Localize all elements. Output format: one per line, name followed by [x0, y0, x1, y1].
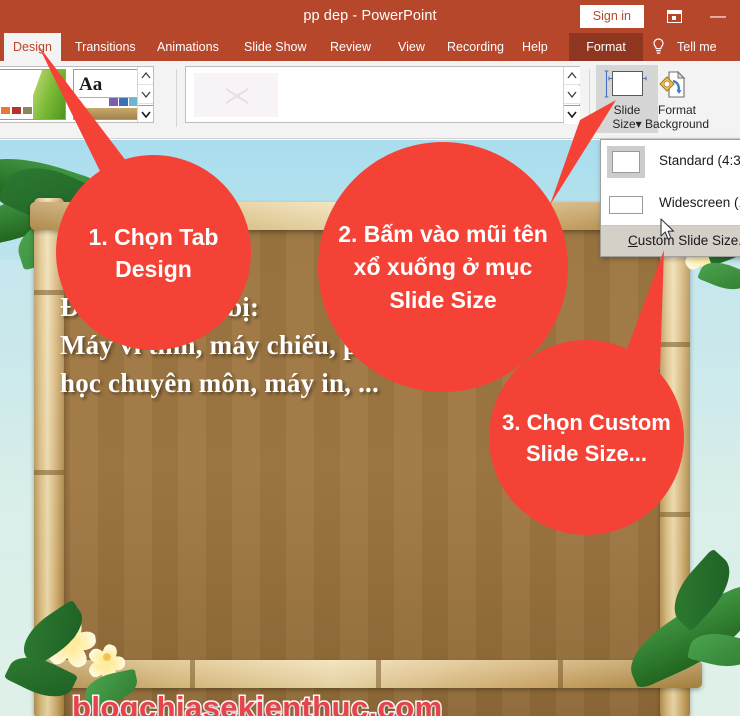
bamboo-node-bottom-3 — [558, 660, 563, 688]
site-watermark: blogchiasekienthuc.com — [71, 689, 444, 716]
tab-recording[interactable]: Recording — [438, 33, 513, 61]
tab-slide-show[interactable]: Slide Show — [235, 33, 316, 61]
format-background-button[interactable]: Format Background — [640, 65, 714, 133]
tab-tell-me[interactable]: Tell me — [668, 33, 726, 61]
annotation-step-2: 2. Bấm vào mũi tên xổ xuống ở mục Slide … — [318, 142, 568, 392]
annotation-step-1: 1. Chọn Tab Design — [56, 155, 251, 350]
annotation-step-3: 3. Chọn Custom Slide Size... — [489, 340, 684, 535]
variants-scroll-up-icon[interactable] — [564, 67, 580, 85]
annotation-step-2-text: 2. Bấm vào mũi tên xổ xuống ở mục Slide … — [338, 220, 548, 313]
mouse-cursor-icon — [660, 218, 675, 240]
powerpoint-window: Đồ dùng thiết bị: Máy vi tính, máy chiếu… — [0, 0, 740, 716]
menu-item-standard-4-3[interactable]: Standard (4:3) — [601, 141, 740, 183]
variant-thumbnail-1[interactable] — [194, 73, 278, 117]
tab-review[interactable]: Review — [321, 33, 380, 61]
format-background-label-line2: Background — [644, 117, 710, 131]
ribbon-separator-1 — [176, 69, 177, 127]
bamboo-node-bottom-1 — [190, 660, 195, 688]
format-background-label-line1: Format — [657, 103, 696, 117]
tab-animations[interactable]: Animations — [148, 33, 228, 61]
no-variant-icon — [225, 88, 249, 104]
annotation-step-1-text: 1. Chọn Tab Design — [88, 223, 219, 282]
format-background-icon — [659, 70, 686, 98]
annotation-step-3-text: 3. Chọn Custom Slide Size... — [502, 409, 671, 466]
sign-in-button[interactable]: Sign in — [579, 5, 644, 28]
menu-item-widescreen-label: Widescreen (16:9) — [659, 195, 740, 210]
format-background-label: Format Background — [640, 103, 714, 131]
slide-size-icon — [612, 71, 643, 96]
tab-format[interactable]: Format — [569, 33, 643, 61]
ribbon-display-options-icon[interactable] — [652, 0, 696, 33]
bamboo-node-left-2 — [34, 470, 64, 475]
tab-help[interactable]: Help — [513, 33, 557, 61]
tab-view[interactable]: View — [389, 33, 434, 61]
custom-rest-text: ustom Slide Size... — [637, 233, 740, 248]
lightbulb-icon — [652, 38, 665, 56]
minimize-button[interactable]: — — [696, 0, 740, 33]
menu-item-custom-label: Custom Slide Size... — [628, 233, 740, 248]
bamboo-node-bottom-2 — [376, 660, 381, 688]
slide-size-height-marker-icon — [604, 70, 609, 98]
bamboo-node-right-2 — [660, 512, 690, 517]
menu-item-standard-label: Standard (4:3) — [659, 153, 740, 168]
title-bar: pp dep - PowerPoint Sign in — — [0, 0, 740, 33]
custom-accel-letter: C — [628, 233, 638, 248]
